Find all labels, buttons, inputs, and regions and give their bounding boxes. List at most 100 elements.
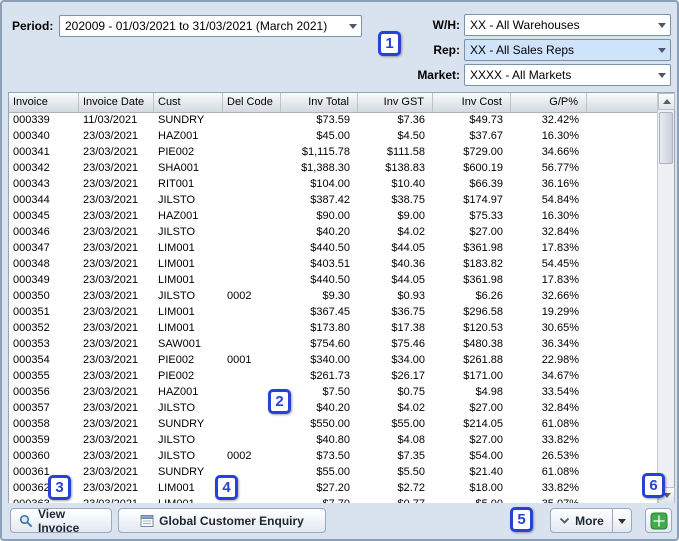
column-header-invoice-date[interactable]: Invoice Date [79,93,154,112]
table-row[interactable]: 000342 23/03/2021 SHA001 $1,388.30 $138.83 $6… [9,161,657,177]
table-cell: 000340 [13,130,50,142]
table-row[interactable]: 000361 23/03/2021 SUNDRY $55.00 $5.50 $21.40 6… [9,465,657,481]
table-cell: 000354 [13,354,50,366]
column-header-cust[interactable]: Cust [154,93,223,112]
table-cell: 000359 [13,434,50,446]
table-cell-filler [587,113,657,129]
table-cell: 32.84% [541,402,579,414]
annotation-badge-3: 3 [48,475,71,500]
table-cell: 000341 [13,146,50,158]
table-row[interactable]: 000345 23/03/2021 HAZ001 $90.00 $9.00 $75.33 1… [9,209,657,225]
more-dropdown-arrow-button[interactable] [612,508,632,533]
warehouse-select[interactable]: XX - All Warehouses [464,14,671,36]
table-row[interactable]: 000360 23/03/2021 JILSTO 0002 $73.50 $7.35 $54… [9,449,657,465]
column-header-invoice[interactable]: Invoice [9,93,79,112]
annotation-badge-5: 5 [510,507,533,532]
table-cell: 61.08% [541,418,579,430]
table-cell: 000350 [13,290,50,302]
table-cell: 19.29% [541,306,579,318]
more-button[interactable]: More [550,508,613,533]
market-select[interactable]: XXXX - All Markets [464,64,671,86]
table-cell: $104.00 [310,178,350,190]
table-cell: 23/03/2021 [83,146,139,158]
table-cell-filler [587,369,657,385]
table-cell: 23/03/2021 [83,482,139,494]
table-row[interactable]: 000348 23/03/2021 LIM001 $403.51 $40.36 $183.… [9,257,657,273]
scroll-up-button[interactable] [658,93,675,110]
table-row[interactable]: 000340 23/03/2021 HAZ001 $45.00 $4.50 $37.67 1… [9,129,657,145]
table-cell: PIE002 [158,146,195,158]
invoice-table-body: 000339 11/03/2021 SUNDRY $73.59 $7.36 $49.73 3… [9,113,657,504]
view-invoice-button[interactable]: View Invoice [10,507,112,535]
table-cell: SHA001 [158,162,199,174]
chevron-down-icon[interactable] [653,40,670,60]
table-cell: 36.16% [541,178,579,190]
period-value: 202009 - 01/03/2021 to 31/03/2021 (March… [65,19,328,33]
table-row[interactable]: 000359 23/03/2021 JILSTO $40.80 $4.08 $27.00 3… [9,433,657,449]
table-row[interactable]: 000350 23/03/2021 JILSTO 0002 $9.30 $0.93 $6.2… [9,289,657,305]
table-row[interactable]: 000351 23/03/2021 LIM001 $367.45 $36.75 $296.… [9,305,657,321]
bottom-toolbar: View Invoice Global Customer Enquiry Mor… [2,503,677,539]
table-row[interactable]: 000341 23/03/2021 PIE002 $1,115.78 $111.58 $7… [9,145,657,161]
scroll-thumb[interactable] [659,112,673,164]
column-header-del-code[interactable]: Del Code [223,93,281,112]
table-cell: $27.00 [469,434,503,446]
table-row[interactable]: 000349 23/03/2021 LIM001 $440.50 $44.05 $361.… [9,273,657,289]
chevron-down-icon[interactable] [653,15,670,35]
table-cell: $7.50 [322,386,350,398]
table-cell: $340.00 [310,354,350,366]
column-header-inv-total[interactable]: Inv Total [281,93,358,112]
table-row[interactable]: 000347 23/03/2021 LIM001 $440.50 $44.05 $361.… [9,241,657,257]
export-to-excel-button[interactable] [645,508,672,533]
table-cell-filler [587,417,657,433]
table-cell: SUNDRY [158,466,205,478]
column-header-inv-cost[interactable]: Inv Cost [433,93,511,112]
global-customer-enquiry-button[interactable]: Global Customer Enquiry [118,508,326,533]
table-row[interactable]: 000355 23/03/2021 PIE002 $261.73 $26.17 $171.… [9,369,657,385]
table-cell [223,337,281,353]
table-cell: $261.88 [463,354,503,366]
table-cell: 23/03/2021 [83,338,139,350]
table-cell: $440.50 [310,274,350,286]
table-cell: 33.54% [541,386,579,398]
table-row[interactable]: 000343 23/03/2021 RIT001 $104.00 $10.40 $66.3… [9,177,657,193]
table-row[interactable]: 000354 23/03/2021 PIE002 0001 $340.00 $34.00 $… [9,353,657,369]
table-cell: SUNDRY [158,114,205,126]
table-cell: $111.58 [386,146,425,158]
rep-select[interactable]: XX - All Sales Reps [464,39,671,61]
table-cell: 32.66% [541,290,579,302]
period-select[interactable]: 202009 - 01/03/2021 to 31/03/2021 (March… [59,15,362,37]
table-cell: 32.42% [541,114,579,126]
table-row[interactable]: 000358 23/03/2021 SUNDRY $550.00 $55.00 $214.… [9,417,657,433]
table-row[interactable]: 000352 23/03/2021 LIM001 $173.80 $17.38 $120.… [9,321,657,337]
table-cell: $171.00 [463,370,503,382]
table-row[interactable]: 000344 23/03/2021 JILSTO $387.42 $38.75 $174.… [9,193,657,209]
column-header-inv-gst[interactable]: Inv GST [358,93,433,112]
table-cell-filler [587,129,657,145]
table-cell [223,145,281,161]
table-cell: 0002 [227,450,252,462]
table-cell-filler [587,321,657,337]
table-row[interactable]: 000353 23/03/2021 SAW001 $754.60 $75.46 $480.… [9,337,657,353]
table-cell: LIM001 [158,322,195,334]
chevron-down-icon[interactable] [344,16,361,36]
table-cell: $40.36 [391,258,425,270]
column-header-gp-percent[interactable]: G/P% [511,93,587,112]
table-row[interactable]: 000339 11/03/2021 SUNDRY $73.59 $7.36 $49.73 3… [9,113,657,129]
table-cell: $600.19 [463,162,503,174]
table-row[interactable]: 000356 23/03/2021 HAZ001 $7.50 $0.75 $4.98 33.… [9,385,657,401]
table-row[interactable]: 000346 23/03/2021 JILSTO $40.20 $4.02 $27.00 3… [9,225,657,241]
table-cell: $361.98 [463,274,503,286]
table-cell: $26.17 [391,370,425,382]
table-cell-filler [587,337,657,353]
table-cell-filler [587,289,657,305]
table-row[interactable]: 000357 23/03/2021 JILSTO $40.20 $4.02 $27.00 3… [9,401,657,417]
table-cell-filler [587,241,657,257]
chevron-down-icon[interactable] [653,65,670,85]
table-cell: 23/03/2021 [83,322,139,334]
table-row[interactable]: 000362 23/03/2021 LIM001 $27.20 $2.72 $18.00 3… [9,481,657,497]
more-label: More [575,513,604,528]
vertical-scrollbar[interactable] [657,93,675,504]
table-cell: $173.80 [310,322,350,334]
table-cell-filler [587,193,657,209]
